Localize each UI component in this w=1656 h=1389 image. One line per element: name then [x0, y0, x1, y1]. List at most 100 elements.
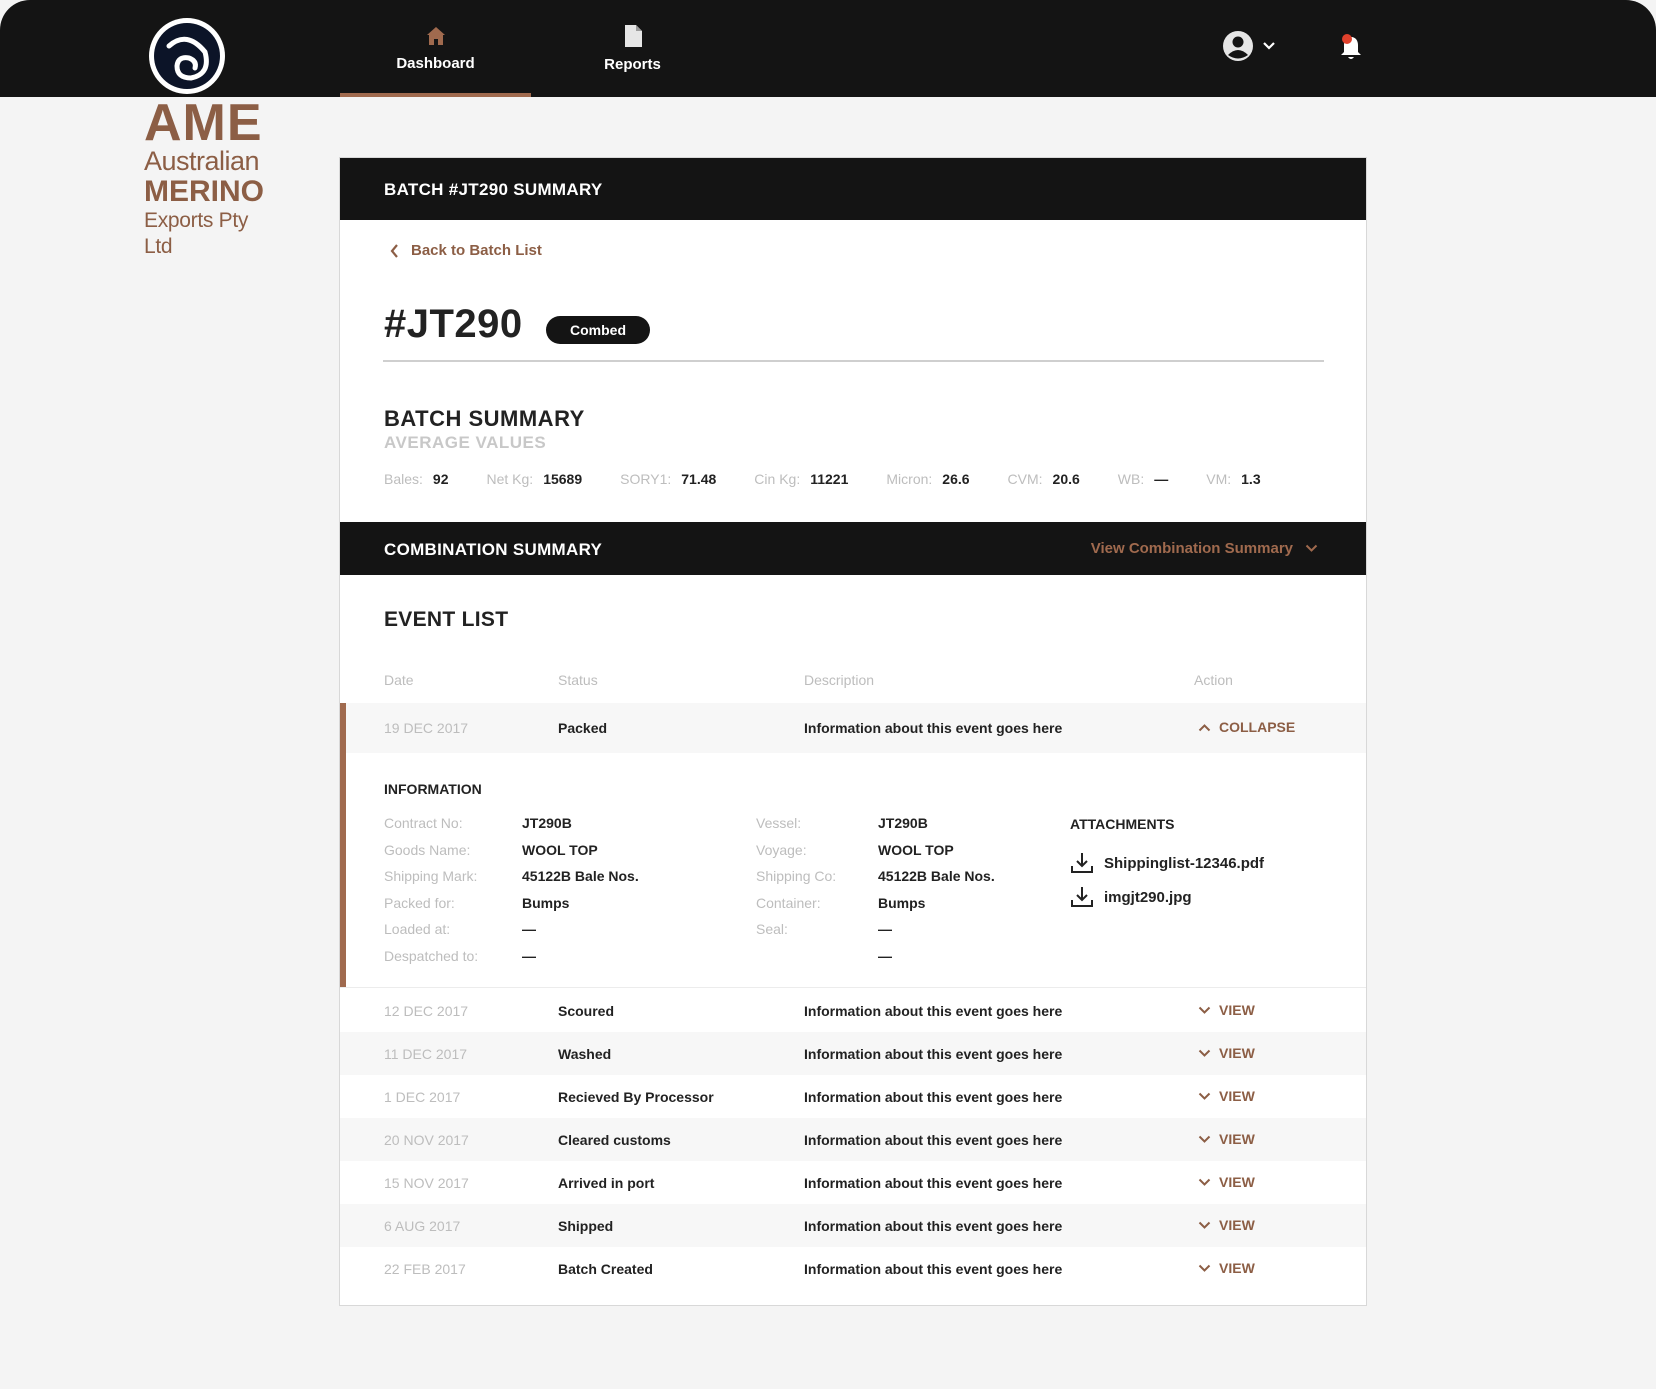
column-header-description: Description: [804, 672, 875, 688]
logo-exports: Exports Pty Ltd: [144, 209, 249, 258]
stat-sory1: SORY1: 71.48: [620, 471, 717, 487]
event-description: Information about this event goes here: [804, 1046, 1063, 1062]
attachment-name: Shippinglist-12346.pdf: [1104, 854, 1265, 872]
view-button[interactable]: VIEW: [1198, 1174, 1255, 1190]
view-combination-summary-toggle[interactable]: View Combination Summary: [1091, 540, 1318, 557]
event-description: Information about this event goes here: [804, 1089, 1063, 1105]
event-description: Information about this event goes here: [804, 1261, 1063, 1277]
event-list-title: EVENT LIST: [384, 608, 509, 631]
batch-summary-card: BATCH #JT290 SUMMARY Back to Batch List …: [339, 157, 1367, 1306]
event-status: Arrived in port: [558, 1175, 655, 1191]
table-row[interactable]: 1 DEC 2017 Recieved By Processor Informa…: [340, 1075, 1366, 1118]
event-status: Recieved By Processor: [558, 1089, 714, 1105]
info-values-right: JT290B WOOL TOP 45122B Bale Nos. Bumps —…: [878, 815, 995, 964]
chevron-down-icon: [1198, 1178, 1211, 1186]
combination-summary-title: COMBINATION SUMMARY: [384, 540, 603, 559]
event-details-panel: INFORMATION Contract No: Goods Name: Shi…: [340, 703, 1366, 988]
event-status: Scoured: [558, 1003, 615, 1019]
view-label: VIEW: [1219, 1174, 1255, 1190]
view-combination-label: View Combination Summary: [1090, 540, 1293, 557]
stat-bales: Bales: 92: [384, 471, 449, 487]
information-title: INFORMATION: [384, 781, 482, 797]
event-date: 11 DEC 2017: [384, 1046, 468, 1062]
chevron-down-icon: [1198, 1135, 1211, 1143]
event-date: 6 AUG 2017: [384, 1218, 461, 1234]
view-label: VIEW: [1219, 1088, 1255, 1104]
bell-icon: [1341, 34, 1361, 59]
chevron-down-icon: [1198, 1006, 1211, 1014]
table-row[interactable]: 20 NOV 2017 Cleared customs Information …: [340, 1118, 1366, 1161]
view-button[interactable]: VIEW: [1198, 1217, 1255, 1233]
chevron-left-icon: [390, 243, 398, 258]
table-row[interactable]: 11 DEC 2017 Washed Information about thi…: [340, 1032, 1366, 1075]
view-label: VIEW: [1219, 1045, 1255, 1061]
event-description: Information about this event goes here: [804, 1218, 1063, 1234]
logo-ame: AME: [144, 94, 263, 152]
chevron-down-icon: [1198, 1221, 1211, 1229]
stat-wb: WB: —: [1117, 471, 1169, 487]
app-frame: Dashboard Reports AME Australian MERINO …: [0, 0, 1656, 1389]
event-status: Batch Created: [558, 1261, 653, 1277]
home-icon: [426, 27, 445, 45]
table-row[interactable]: 12 DEC 2017 Scoured Information about th…: [340, 989, 1366, 1032]
divider: [340, 987, 1366, 988]
event-date: 20 NOV 2017: [384, 1132, 469, 1148]
download-icon: [1071, 887, 1093, 907]
column-header-action: Action: [1194, 672, 1233, 688]
table-row[interactable]: 22 FEB 2017 Batch Created Information ab…: [340, 1247, 1366, 1290]
column-header-status: Status: [558, 672, 598, 688]
stat-net-kg: Net Kg: 15689: [486, 471, 583, 487]
batch-id-title: #JT290: [384, 302, 523, 346]
chevron-down-icon: [1198, 1264, 1211, 1272]
chevron-down-icon: [1263, 42, 1275, 50]
status-badge: Combed: [546, 316, 650, 344]
batch-stats: Bales: 92 Net Kg: 15689 SORY1: 71.48 Cin Kg…: [384, 471, 1299, 487]
event-status: Cleared customs: [558, 1132, 671, 1148]
event-status: Shipped: [558, 1218, 614, 1234]
nav-reports-label: Reports: [604, 56, 661, 73]
info-labels-left: Contract No: Goods Name: Shipping Mark: …: [384, 815, 479, 964]
notifications-button[interactable]: [1338, 32, 1364, 67]
logo-emblem: [147, 16, 227, 96]
table-row[interactable]: 15 NOV 2017 Arrived in port Information …: [340, 1161, 1366, 1204]
info-labels-right: Vessel: Voyage: Shipping Co: Container: …: [756, 815, 837, 937]
event-description: Information about this event goes here: [804, 1132, 1063, 1148]
attachment-link[interactable]: imgjt290.jpg: [1070, 885, 1192, 909]
event-description: Information about this event goes here: [804, 1175, 1063, 1191]
company-logo[interactable]: AME Australian MERINO Exports Pty Ltd: [144, 16, 280, 260]
stat-micron: Micron: 26.6: [886, 471, 970, 487]
combination-summary-bar: COMBINATION SUMMARY View Combination Sum…: [340, 522, 1366, 575]
expanded-indicator-bar: [340, 703, 346, 988]
event-date: 22 FEB 2017: [384, 1261, 466, 1277]
attachment-name: imgjt290.jpg: [1104, 888, 1192, 906]
attachment-link[interactable]: Shippinglist-12346.pdf: [1070, 851, 1264, 875]
stat-cvm: CVM: 20.6: [1007, 471, 1080, 487]
view-button[interactable]: VIEW: [1198, 1088, 1255, 1104]
nav-reports[interactable]: Reports: [540, 0, 725, 97]
stat-cin-kg: Cin Kg: 11221: [754, 471, 849, 487]
view-button[interactable]: VIEW: [1198, 1002, 1255, 1018]
card-header-title: BATCH #JT290 SUMMARY: [340, 158, 1366, 220]
chevron-down-icon: [1305, 544, 1318, 552]
event-date: 15 NOV 2017: [384, 1175, 469, 1191]
download-icon: [1071, 853, 1093, 873]
table-row[interactable]: 6 AUG 2017 Shipped Information about thi…: [340, 1204, 1366, 1247]
view-label: VIEW: [1219, 1260, 1255, 1276]
back-link-label: Back to Batch List: [411, 242, 542, 259]
nav-dashboard[interactable]: Dashboard: [340, 0, 531, 97]
event-description: Information about this event goes here: [804, 1003, 1063, 1019]
chevron-down-icon: [1198, 1092, 1211, 1100]
attachments-title: ATTACHMENTS: [1070, 816, 1175, 832]
view-button[interactable]: VIEW: [1198, 1045, 1255, 1061]
view-button[interactable]: VIEW: [1198, 1131, 1255, 1147]
batch-summary-title: BATCH SUMMARY: [384, 406, 585, 431]
event-status: Washed: [558, 1046, 612, 1062]
info-values-left: JT290B WOOL TOP 45122B Bale Nos. Bumps —…: [522, 815, 639, 964]
user-menu[interactable]: [1222, 30, 1276, 62]
view-button[interactable]: VIEW: [1198, 1260, 1255, 1276]
user-avatar-icon: [1223, 31, 1253, 61]
back-to-batch-list-link[interactable]: Back to Batch List: [390, 242, 542, 259]
view-label: VIEW: [1219, 1217, 1255, 1233]
nav-dashboard-label: Dashboard: [396, 55, 475, 72]
average-values-subtitle: AVERAGE VALUES: [384, 433, 547, 452]
